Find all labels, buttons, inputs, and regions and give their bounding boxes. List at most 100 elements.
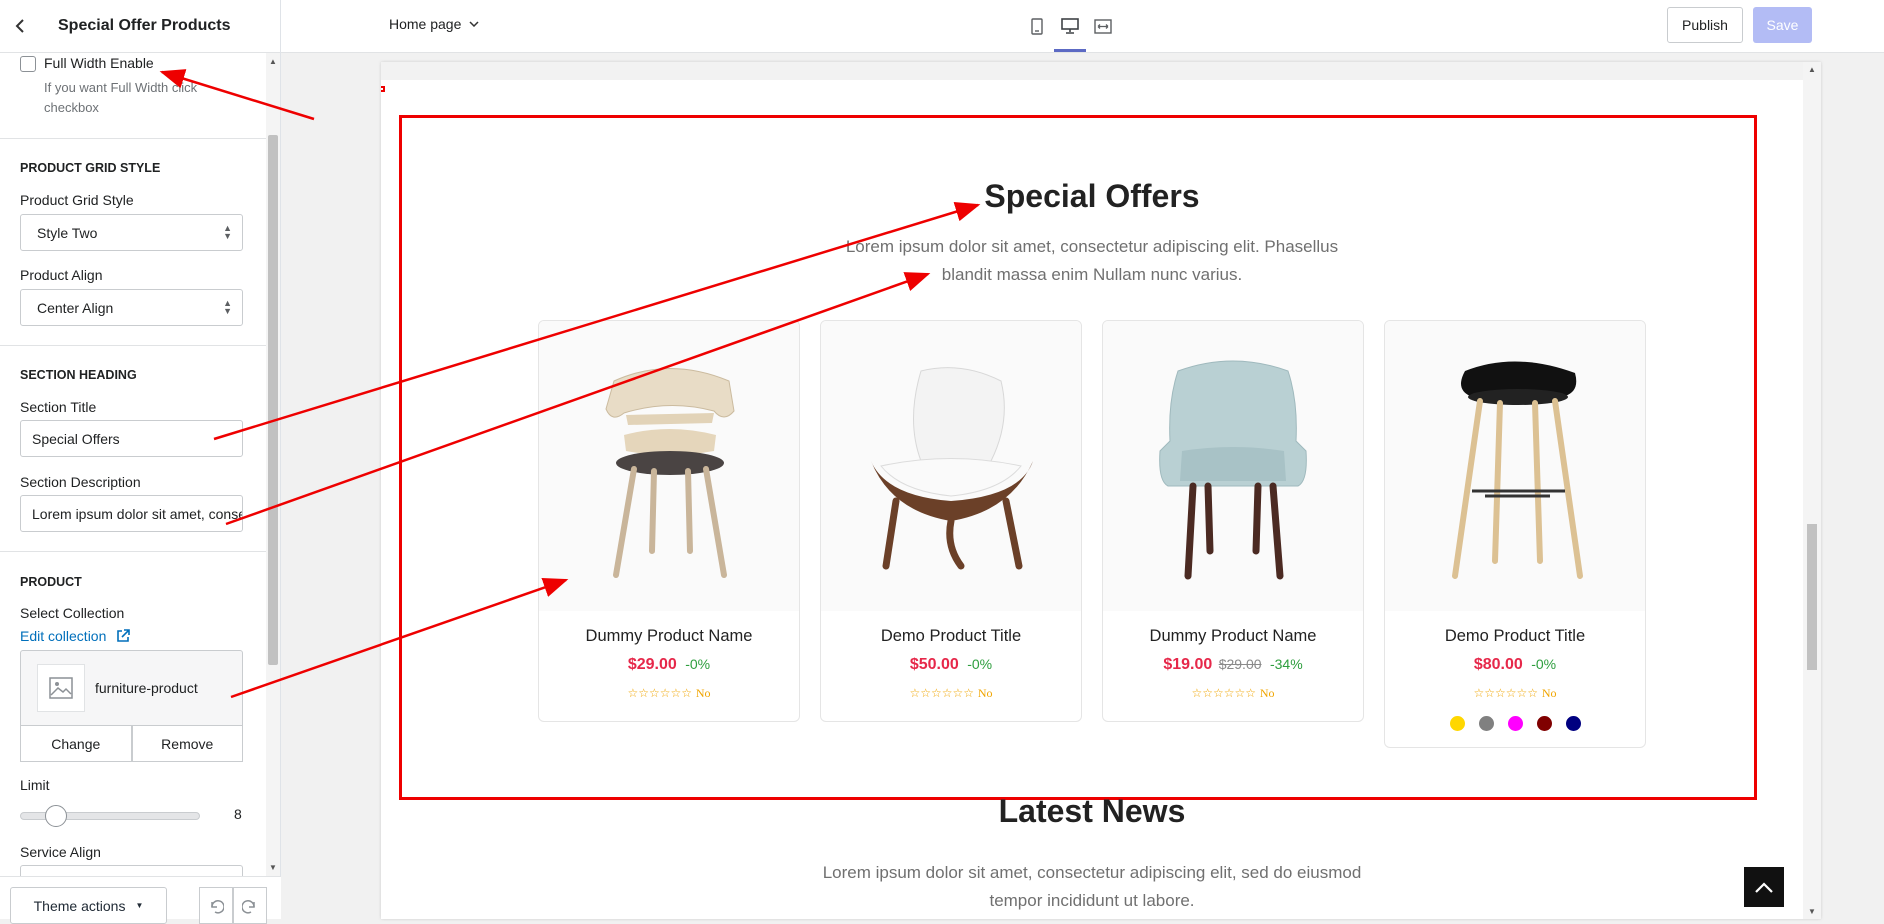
limit-slider[interactable]: [20, 805, 200, 827]
review-count: No: [695, 686, 711, 700]
selection-marker: [381, 86, 385, 92]
color-swatch[interactable]: [1536, 716, 1552, 731]
mobile-view-button[interactable]: [1023, 14, 1051, 38]
product-image[interactable]: [539, 321, 799, 611]
product-card[interactable]: Demo Product Title $50.00 -0% ☆☆☆☆☆☆ No: [820, 320, 1082, 722]
section-heading-heading: SECTION HEADING: [20, 368, 137, 382]
product-name[interactable]: Dummy Product Name: [539, 627, 799, 646]
product-align-label: Product Align: [20, 267, 103, 283]
product-price-row: $19.00 $29.00 -34%: [1103, 656, 1363, 674]
color-swatch[interactable]: [1565, 716, 1581, 731]
settings-sidebar: Special Offer Products Full Width Enable…: [0, 0, 281, 924]
product-rating: ☆☆☆☆☆☆ No: [1385, 686, 1645, 701]
divider: [0, 551, 266, 552]
selected-collection: furniture-product: [20, 650, 243, 726]
product-price: $80.00: [1473, 656, 1523, 673]
sidebar-settings-panel: Full Width Enable If you want Full Width…: [0, 53, 266, 876]
image-placeholder-icon: [37, 664, 85, 712]
product-image[interactable]: [821, 321, 1081, 611]
product-price: $19.00: [1163, 656, 1213, 673]
redo-button[interactable]: [233, 887, 267, 924]
edit-collection-link[interactable]: Edit collection: [20, 628, 131, 644]
scroll-up-arrow-icon[interactable]: ▲: [269, 57, 277, 66]
product-card[interactable]: Dummy Product Name $19.00 $29.00 -34% ☆☆…: [1102, 320, 1364, 722]
product-price: $29.00: [627, 656, 677, 673]
fullscreen-view-button[interactable]: [1089, 14, 1117, 38]
section-title-input[interactable]: Special Offers: [20, 420, 243, 457]
scroll-up-arrow-icon[interactable]: ▲: [1808, 65, 1816, 74]
edit-collection-label: Edit collection: [20, 628, 107, 644]
select-caret-icon: ▲ ▼: [223, 223, 232, 241]
product-name[interactable]: Demo Product Title: [821, 627, 1081, 646]
product-discount: -34%: [1269, 656, 1303, 672]
limit-label: Limit: [20, 777, 50, 793]
publish-button[interactable]: Publish: [1667, 7, 1743, 43]
back-button[interactable]: [0, 0, 40, 53]
product-discount: -0%: [685, 656, 711, 672]
review-count: No: [1541, 686, 1557, 700]
limit-slider-handle[interactable]: [45, 805, 67, 827]
page-selector[interactable]: Home page: [389, 16, 479, 32]
service-align-select[interactable]: [20, 865, 243, 876]
product-name[interactable]: Demo Product Title: [1385, 627, 1645, 646]
external-link-icon: [117, 629, 131, 642]
product-price: $50.00: [909, 656, 959, 673]
section-description-input[interactable]: Lorem ipsum dolor sit amet, consectetur: [20, 495, 243, 532]
product-price-row: $29.00 -0%: [539, 656, 799, 674]
select-caret-icon: ▲ ▼: [223, 298, 232, 316]
star-rating-icon: ☆☆☆☆☆☆: [909, 686, 975, 700]
preview-scrollbar[interactable]: ▲ ▼: [1803, 62, 1821, 919]
service-align-label: Service Align: [20, 844, 101, 860]
preview-scroll-thumb[interactable]: [1807, 524, 1817, 670]
grid-style-label: Product Grid Style: [20, 192, 134, 208]
product-card[interactable]: Demo Product Title $80.00 -0% ☆☆☆☆☆☆ No: [1384, 320, 1646, 748]
product-price-row: $80.00 -0%: [1385, 656, 1645, 674]
section-title-label: Section Title: [20, 399, 97, 415]
back-to-top-button[interactable]: [1744, 867, 1784, 907]
theme-actions-button[interactable]: Theme actions ▼: [10, 887, 167, 924]
stool-image-icon: [1452, 361, 1583, 579]
product-section-heading: PRODUCT: [20, 575, 82, 589]
storefront-preview: Special Offers Lorem ipsum dolor sit ame…: [381, 62, 1821, 919]
product-align-select[interactable]: Center Align ▲ ▼: [20, 289, 243, 326]
page-selector-label: Home page: [389, 16, 462, 32]
editor-topbar: Home page Publish Save: [281, 0, 1884, 53]
product-image[interactable]: [1385, 321, 1645, 611]
product-image[interactable]: [1103, 321, 1363, 611]
product-rating: ☆☆☆☆☆☆ No: [821, 686, 1081, 701]
product-discount: -0%: [1531, 656, 1557, 672]
star-rating-icon: ☆☆☆☆☆☆: [1473, 686, 1539, 700]
sidebar-header: Special Offer Products: [0, 0, 280, 53]
color-swatch[interactable]: [1449, 716, 1465, 731]
preview-top-strip: [381, 62, 1803, 80]
product-price-row: $50.00 -0%: [821, 656, 1081, 674]
full-width-label: Full Width Enable: [44, 55, 154, 71]
theme-actions-label: Theme actions: [33, 897, 126, 914]
desktop-view-button[interactable]: [1054, 14, 1086, 52]
sidebar-scroll-thumb[interactable]: [268, 135, 278, 665]
product-name[interactable]: Dummy Product Name: [1103, 627, 1363, 646]
change-collection-button[interactable]: Change: [20, 725, 132, 762]
latest-news-description: Lorem ipsum dolor sit amet, consectetur …: [822, 863, 1362, 910]
sidebar-scrollbar[interactable]: ▲ ▼: [266, 53, 280, 876]
grid-style-select[interactable]: Style Two ▲ ▼: [20, 214, 243, 251]
color-swatch[interactable]: [1478, 716, 1494, 731]
save-button[interactable]: Save: [1753, 7, 1812, 43]
scroll-down-arrow-icon[interactable]: ▼: [1808, 907, 1816, 916]
product-card[interactable]: Dummy Product Name $29.00 -0% ☆☆☆☆☆☆ No: [538, 320, 800, 722]
chevron-up-icon: [1755, 881, 1773, 893]
undo-button[interactable]: [199, 887, 233, 924]
product-old-price: $29.00: [1218, 656, 1262, 672]
star-rating-icon: ☆☆☆☆☆☆: [1191, 686, 1257, 700]
chair-image-icon: [1159, 360, 1307, 580]
chevron-down-icon: [469, 21, 479, 27]
divider: [0, 345, 266, 346]
color-swatch[interactable]: [1507, 716, 1523, 731]
special-offers-description: Lorem ipsum dolor sit amet, consectetur …: [845, 237, 1339, 284]
remove-collection-button[interactable]: Remove: [131, 725, 243, 762]
expand-width-icon: [1094, 18, 1112, 34]
redo-icon: [242, 899, 255, 913]
full-width-checkbox[interactable]: [20, 56, 36, 72]
scroll-down-arrow-icon[interactable]: ▼: [269, 863, 277, 872]
sidebar-title: Special Offer Products: [58, 17, 231, 34]
